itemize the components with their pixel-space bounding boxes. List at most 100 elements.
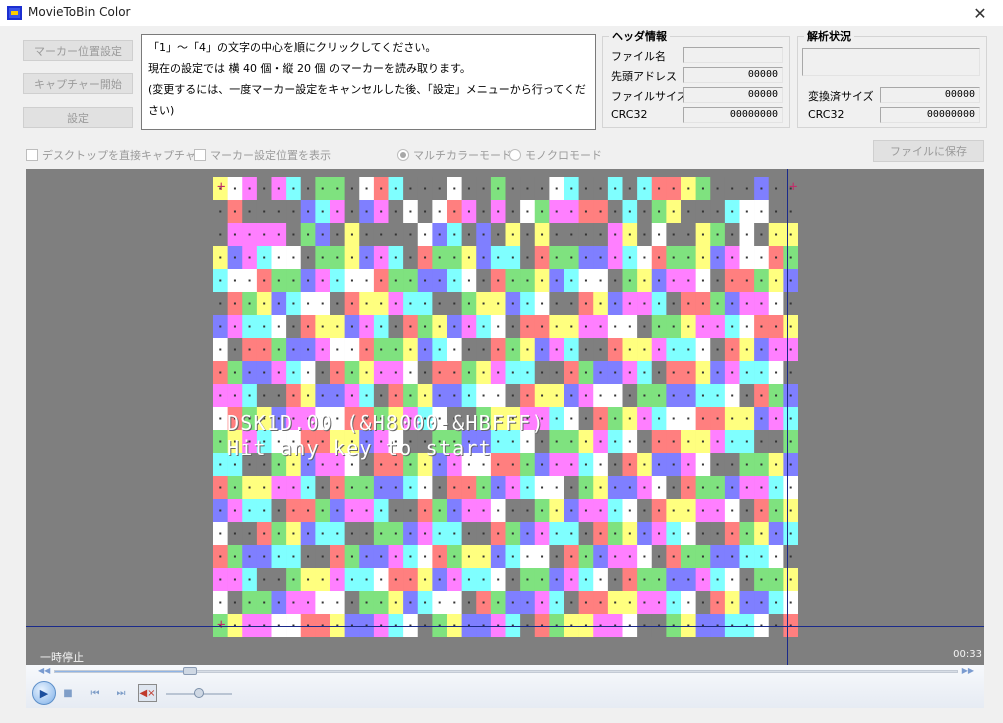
header-info-group: ヘッダ情報 ファイル名 先頭アドレス 00000 ファイルサイズ 00000 C… [602, 28, 790, 128]
crc32-value: 00000000 [683, 107, 783, 123]
marker-dot [701, 256, 704, 259]
marker-dot [350, 302, 353, 305]
marker-dot [658, 394, 661, 397]
marker-dot [614, 463, 617, 466]
marker-dot [307, 233, 310, 236]
marker-dot [350, 325, 353, 328]
marker-dot [336, 555, 339, 558]
marker-dot [424, 325, 427, 328]
marker-dot [570, 394, 573, 397]
marker-dot [614, 187, 617, 190]
marker-dot [643, 532, 646, 535]
marker-dot [672, 279, 675, 282]
marker-dot [321, 325, 324, 328]
marker-dot [760, 601, 763, 604]
marker-dot [409, 279, 412, 282]
marker-dot [321, 187, 324, 190]
prev-icon[interactable]: ⏮ [87, 685, 103, 701]
marker-dot [292, 210, 295, 213]
marker-dot [321, 371, 324, 374]
marker-dot [672, 371, 675, 374]
save-file-button[interactable]: ファイルに保存 [873, 140, 984, 162]
video-player[interactable]: + + + DSK1D.00 (&H8000-&HBFFF) Hit any key… [26, 169, 984, 708]
close-icon[interactable]: ✕ [957, 0, 1003, 26]
marker-dot [424, 394, 427, 397]
marker-dot [775, 187, 778, 190]
marker-dot [541, 348, 544, 351]
marker-dot [628, 210, 631, 213]
marker-dot [599, 233, 602, 236]
marker-dot [555, 325, 558, 328]
marker-dot [643, 486, 646, 489]
settings-button[interactable]: 設定 [23, 107, 133, 128]
capture-start-button[interactable]: キャプチャー開始 [23, 73, 133, 94]
marker-dot [643, 371, 646, 374]
marker-dot [321, 233, 324, 236]
marker-dot [731, 348, 734, 351]
marker-dot [614, 601, 617, 604]
checkbox-icon[interactable] [26, 149, 38, 161]
marker-dot [467, 256, 470, 259]
marker-dot [745, 256, 748, 259]
marker-dot [555, 417, 558, 420]
marker-dot [336, 532, 339, 535]
video-frame[interactable]: + + + DSK1D.00 (&H8000-&HBFFF) Hit any key… [213, 177, 799, 638]
marker-dot [248, 371, 251, 374]
seek-end-icon: ▶▶ [961, 666, 974, 675]
marker-dot [614, 233, 617, 236]
marker-dot [336, 394, 339, 397]
marker-dot [511, 555, 514, 558]
marker-dot [321, 463, 324, 466]
marker-dot [409, 601, 412, 604]
marker-dot [248, 233, 251, 236]
next-icon[interactable]: ⏭ [113, 685, 129, 701]
marker-dot [555, 279, 558, 282]
marker-dot [248, 256, 251, 259]
radio-selected-icon[interactable] [397, 149, 409, 161]
marker-dot [731, 256, 734, 259]
seek-thumb[interactable] [182, 667, 197, 675]
mute-icon[interactable]: ◀× [138, 684, 157, 702]
stop-icon[interactable]: ■ [60, 685, 76, 701]
marker-dot [321, 509, 324, 512]
marker-dot [292, 233, 295, 236]
marker-dot [482, 601, 485, 604]
playback-status: 一時停止 [40, 651, 84, 664]
desktop-capture-checkbox[interactable]: デスクトップを直接キャプチャー [26, 147, 207, 163]
marker-setup-button[interactable]: マーカー位置設定 [23, 40, 133, 61]
marker-dot [292, 187, 295, 190]
marker-dot [380, 578, 383, 581]
marker-dot [336, 325, 339, 328]
marker-dot [584, 509, 587, 512]
marker-dot [482, 187, 485, 190]
marker-dot [233, 578, 236, 581]
volume-thumb[interactable] [194, 688, 204, 698]
play-icon[interactable]: ▶ [32, 681, 56, 705]
checkbox-icon[interactable] [194, 149, 206, 161]
marker-dot [497, 210, 500, 213]
marker-dot [541, 256, 544, 259]
marker-dot [789, 417, 792, 420]
marker-dot [467, 302, 470, 305]
marker-dot [438, 348, 441, 351]
marker-dot [541, 187, 544, 190]
marker-dot [701, 233, 704, 236]
marker-dot [409, 486, 412, 489]
marker-dot [584, 302, 587, 305]
marker-dot [614, 371, 617, 374]
marker-dot [233, 371, 236, 374]
show-marker-pos-checkbox[interactable]: マーカー設定位置を表示 [194, 147, 331, 163]
marker-dot [541, 578, 544, 581]
radio-icon[interactable] [509, 149, 521, 161]
start-address-value: 00000 [683, 67, 783, 83]
marker-dot [584, 486, 587, 489]
marker-dot [482, 325, 485, 328]
marker-dot [643, 302, 646, 305]
marker-dot [541, 532, 544, 535]
mono-mode-radio[interactable]: モノクロモード [509, 147, 602, 163]
marker-dot [365, 256, 368, 259]
marker-dot [775, 256, 778, 259]
marker-dot [497, 325, 500, 328]
multicolor-mode-radio[interactable]: マルチカラーモード [397, 147, 512, 163]
marker-dot [731, 578, 734, 581]
